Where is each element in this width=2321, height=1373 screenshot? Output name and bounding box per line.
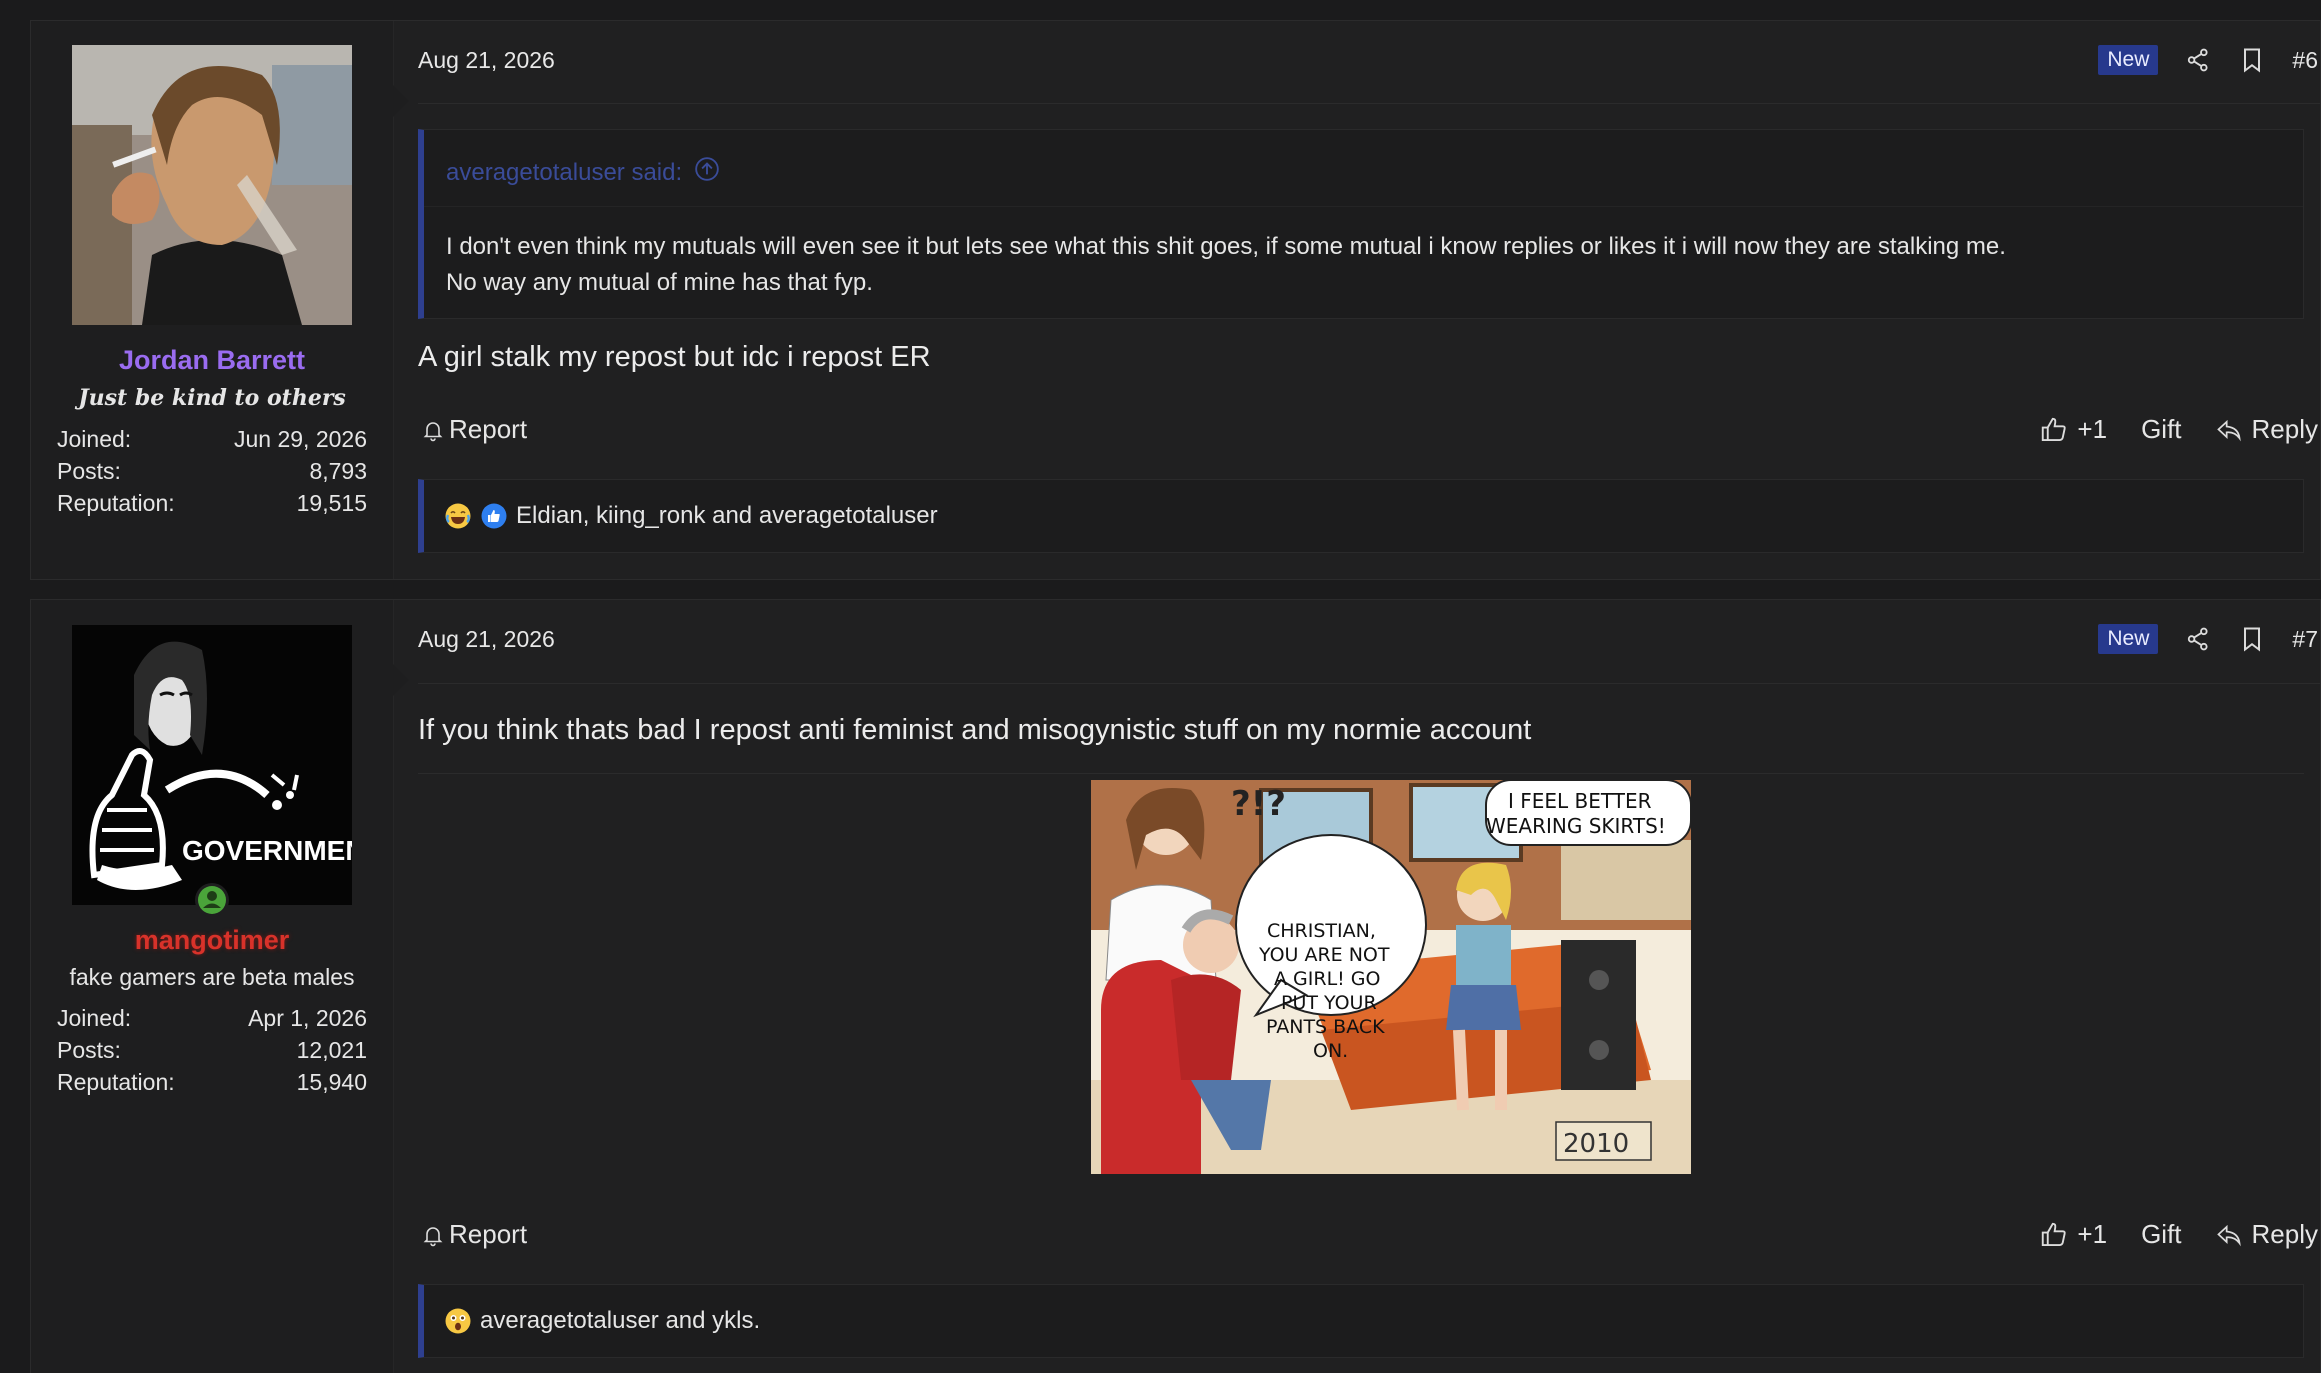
reply-button[interactable]: Reply	[2214, 414, 2318, 445]
posts-value: 12,021	[296, 1037, 367, 1063]
bookmark-icon[interactable]	[2238, 625, 2266, 653]
quote-author-label[interactable]: averagetotaluser said:	[446, 159, 682, 187]
astonished-emoji-icon	[444, 1307, 472, 1335]
comic-year: 2010	[1563, 1129, 1629, 1159]
reactions-bar[interactable]: Eldian, kiing_ronk and averagetotaluser	[418, 479, 2304, 553]
share-icon[interactable]	[2184, 625, 2212, 653]
new-badge: New	[2098, 624, 2159, 654]
post-header: Aug 21, 2026 New #7	[418, 600, 2320, 684]
reactions-bar[interactable]: averagetotaluser and ykls.	[418, 1284, 2304, 1358]
post-number[interactable]: #7	[2292, 626, 2318, 653]
comic-bubble-left-line: ON.	[1313, 1040, 1348, 1062]
user-sidebar: Jordan Barrett Just be kind to others Jo…	[31, 21, 409, 579]
bookmark-icon[interactable]	[2238, 46, 2266, 74]
post: GOVERNMENT mangotimer fake gamers are be…	[30, 599, 2321, 1373]
body-divider	[418, 773, 2304, 774]
joined-value: Apr 1, 2026	[248, 1005, 367, 1031]
post-actions: Report +1 Gift Reply	[418, 414, 2320, 454]
avatar[interactable]	[72, 45, 352, 325]
reply-icon	[2216, 1224, 2241, 1246]
post-header: Aug 21, 2026 New #6	[418, 21, 2320, 104]
avatar[interactable]: GOVERNMENT	[72, 625, 352, 905]
reputation-label: Reputation:	[57, 490, 175, 516]
comic-bubble-top: ?!?	[1231, 784, 1286, 824]
avatar-caption: GOVERNMENT	[182, 835, 352, 866]
report-label: Report	[449, 1219, 528, 1249]
quote-body: I don't even think my mutuals will even …	[446, 229, 2283, 301]
gift-button[interactable]: Gift	[2141, 414, 2181, 445]
post-actions-right: +1 Gift Reply	[2005, 1219, 2318, 1250]
posts-label: Posts:	[57, 1037, 121, 1063]
post-main: Aug 21, 2026 New #6 averagetotaluser sai…	[393, 21, 2320, 579]
user-title: Just be kind to others	[78, 385, 346, 411]
reply-icon	[2216, 419, 2241, 441]
online-status-icon	[194, 882, 230, 918]
username[interactable]: mangotimer	[31, 925, 393, 956]
username[interactable]: Jordan Barrett	[31, 345, 393, 376]
like-count: +1	[2077, 414, 2108, 444]
report-button[interactable]: Report	[421, 1219, 527, 1250]
post-actions-right: +1 Gift Reply	[2005, 414, 2318, 445]
reputation-value: 15,940	[296, 1069, 367, 1095]
arrow-up-circle-icon[interactable]	[694, 156, 720, 189]
reactions-text[interactable]: Eldian, kiing_ronk and averagetotaluser	[516, 502, 938, 530]
post-date[interactable]: Aug 21, 2026	[418, 626, 555, 653]
like-button[interactable]: +1	[2039, 414, 2107, 445]
gift-button[interactable]: Gift	[2141, 1219, 2181, 1250]
share-icon[interactable]	[2184, 46, 2212, 74]
reputation-value: 19,515	[296, 490, 367, 516]
post: Jordan Barrett Just be kind to others Jo…	[30, 20, 2321, 580]
report-label: Report	[449, 414, 528, 444]
gift-label: Gift	[2141, 1219, 2182, 1249]
laughing-emoji-icon	[444, 502, 472, 530]
quote-block: averagetotaluser said: I don't even thin…	[418, 129, 2304, 319]
user-title: fake gamers are beta males	[69, 964, 355, 990]
joined-label: Joined:	[57, 1005, 132, 1031]
like-count: +1	[2077, 1219, 2108, 1249]
new-badge: New	[2098, 45, 2159, 75]
comic-bubble-right-line: WEARING SKIRTS!	[1486, 814, 1666, 838]
post-header-actions: New #7	[2098, 624, 2318, 654]
report-button[interactable]: Report	[421, 414, 527, 445]
comic-image[interactable]: ?!? I FEEL BETTER WEARING SKIRTS! CHRIST…	[1091, 780, 1691, 1174]
bell-icon	[423, 1226, 443, 1246]
comic-bubble-left-line: PANTS BACK	[1266, 1016, 1385, 1038]
like-button[interactable]: +1	[2039, 1219, 2107, 1250]
user-stats: Joined: Jun 29, 2026 Posts: 8,793 Reputa…	[57, 423, 367, 519]
gift-label: Gift	[2141, 414, 2182, 444]
thumbs-up-icon	[2042, 417, 2067, 441]
quote-divider	[424, 206, 2303, 207]
post-date[interactable]: Aug 21, 2026	[418, 47, 555, 74]
reply-label: Reply	[2251, 1219, 2318, 1249]
quote-author[interactable]: averagetotaluser said:	[446, 156, 720, 189]
comic-bubble-right-line: I FEEL BETTER	[1508, 789, 1652, 813]
posts-label: Posts:	[57, 458, 121, 484]
bell-icon	[423, 421, 443, 441]
post-body: If you think thats bad I repost anti fem…	[418, 714, 1532, 746]
like-reaction-icon	[480, 502, 508, 530]
thread-page: Jordan Barrett Just be kind to others Jo…	[0, 0, 2321, 1373]
post-header-actions: New #6	[2098, 45, 2318, 75]
comic-bubble-left-line: A GIRL! GO	[1274, 968, 1381, 990]
reputation-label: Reputation:	[57, 1069, 175, 1095]
user-sidebar: GOVERNMENT mangotimer fake gamers are be…	[31, 600, 409, 1373]
post-actions: Report +1 Gift Reply	[418, 1219, 2320, 1259]
reply-button[interactable]: Reply	[2214, 1219, 2318, 1250]
quote-line: I don't even think my mutuals will even …	[446, 233, 2006, 260]
quote-line: No way any mutual of mine has that fyp.	[446, 269, 873, 296]
comic-bubble-left-line: CHRISTIAN,	[1267, 920, 1376, 942]
post-main: Aug 21, 2026 New #7 If you think thats b…	[393, 600, 2320, 1373]
comic-bubble-left-line: PUT YOUR	[1281, 992, 1377, 1014]
thumbs-up-icon	[2042, 1222, 2067, 1246]
posts-value: 8,793	[309, 458, 367, 484]
joined-label: Joined:	[57, 426, 132, 452]
post-number[interactable]: #6	[2292, 47, 2318, 74]
user-stats: Joined: Apr 1, 2026 Posts: 12,021 Reputa…	[57, 1002, 367, 1098]
comic-bubble-left-line: YOU ARE NOT	[1258, 944, 1390, 966]
joined-value: Jun 29, 2026	[233, 426, 367, 452]
reply-label: Reply	[2251, 414, 2318, 444]
reactions-text[interactable]: averagetotaluser and ykls.	[480, 1307, 760, 1335]
post-body: A girl stalk my repost but idc i repost …	[418, 341, 931, 373]
